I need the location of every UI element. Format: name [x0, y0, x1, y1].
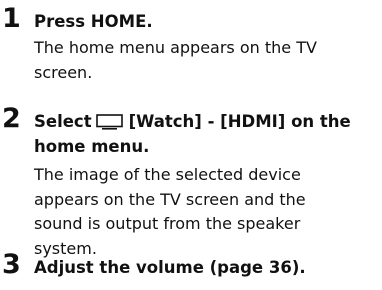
step-description: The home menu appears on the TV screen. — [34, 38, 317, 82]
step-number: 1 — [2, 3, 21, 34]
step-instruction: Adjust the volume (page 36). — [34, 258, 306, 277]
step-description: The image of the selected device appears… — [34, 165, 306, 258]
step-instruction: Select [Watch] - [HDMI] on the home menu. — [34, 109, 376, 159]
tv-icon — [95, 114, 123, 130]
step-number: 3 — [2, 249, 21, 280]
step-number: 2 — [2, 103, 21, 134]
step-instruction-prefix: Select — [34, 112, 92, 131]
step-instruction: Press HOME. — [34, 12, 153, 31]
